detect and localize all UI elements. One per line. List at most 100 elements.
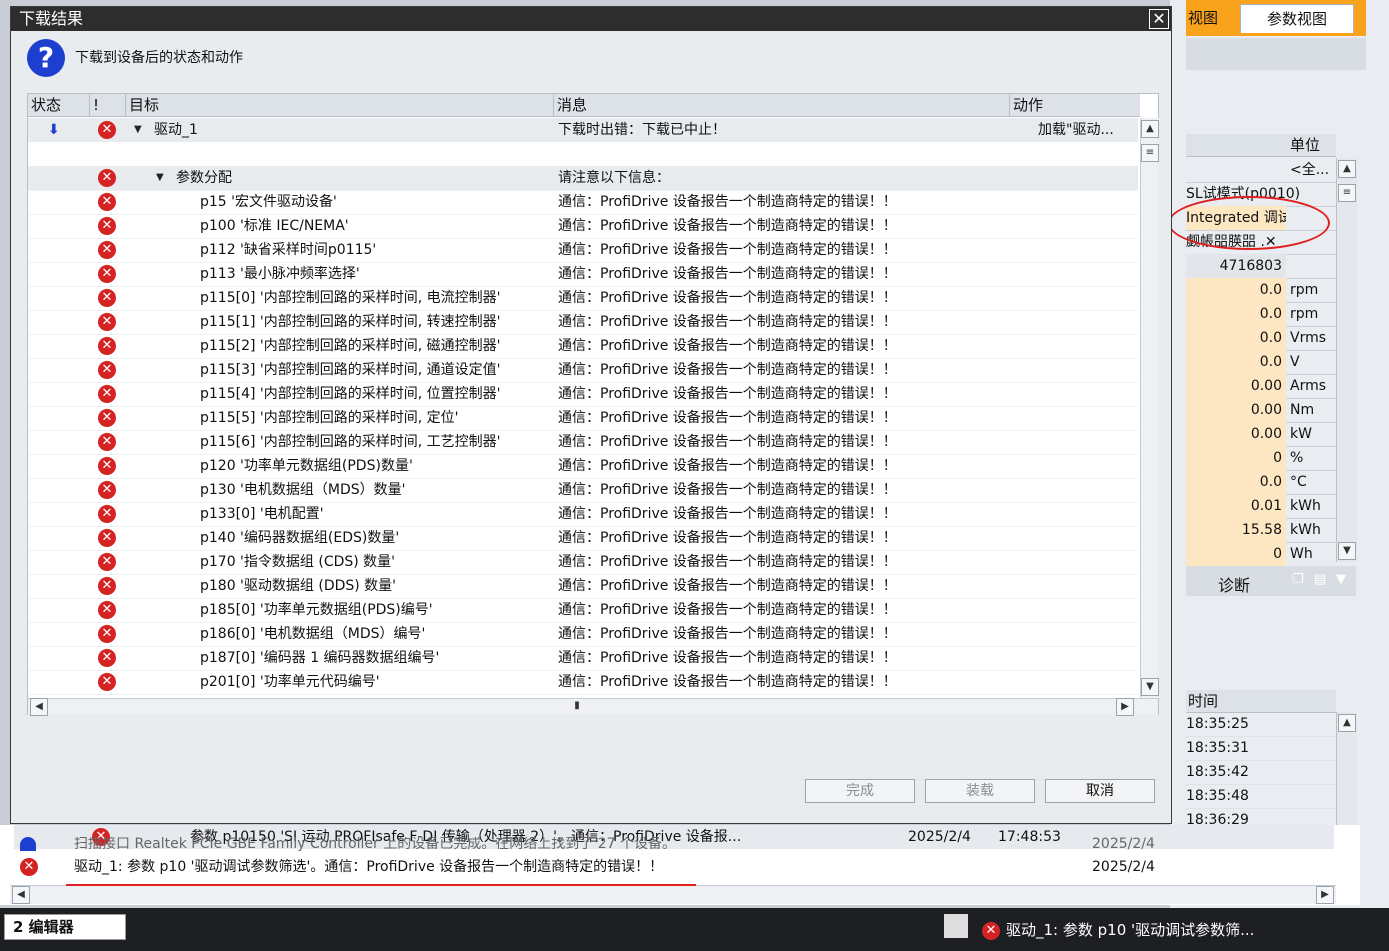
col-status[interactable]: 状态 [28, 94, 90, 116]
table-row[interactable]: ✕ p100 '标准 IEC/NEMA' 通信：ProfiDrive 设备报告一个制… [28, 214, 1138, 239]
table-row[interactable]: ✕ p133[0] '电机配置' 通信：ProfiDrive 设备报告一个制造商特定… [28, 502, 1138, 527]
col-excl[interactable]: ! [90, 94, 126, 116]
message-cell: 通信：ProfiDrive 设备报告一个制造商特定的错误！！ [558, 218, 897, 234]
scroll-left-icon[interactable]: ◀ [30, 698, 48, 716]
table-row[interactable]: ✕ p186[0] '电机数据组（MDS）编号' 通信：ProfiDrive 设备报… [28, 622, 1138, 647]
param-row: 0% [1186, 446, 1336, 471]
table-vscrollbar[interactable]: ▲ ≡ ▼ [1140, 118, 1159, 698]
table-row[interactable]: ✕ p187[0] '编码器 1 编码器数据组编号' 通信：ProfiDrive 设… [28, 646, 1138, 671]
finish-button[interactable]: 完成 [805, 779, 915, 803]
scroll-thumb[interactable]: ≡ [1141, 144, 1159, 162]
message-cell: 通信：ProfiDrive 设备报告一个制造商特定的错误！！ [558, 338, 897, 354]
table-row[interactable]: ✕ p120 '功率单元数据组(PDS)数量' 通信：ProfiDrive 设备报告… [28, 454, 1138, 479]
info-icon [20, 837, 36, 851]
message-text: 驱动_1: 参数 p10 '驱动调试参数筛选'。通信：ProfiDrive 设备… [74, 859, 664, 875]
scroll-down-icon[interactable]: ▼ [1338, 542, 1356, 560]
param-value: 0.0 [1186, 350, 1286, 374]
action-cell[interactable]: 加载"驱动... [1038, 118, 1138, 142]
param-unit: Vrms [1290, 330, 1327, 346]
table-row[interactable]: ✕ p113 '最小脉冲频率选择' 通信：ProfiDrive 设备报告一个制造商特… [28, 262, 1138, 287]
time-header-label: 时间 [1188, 692, 1219, 710]
target-cell: p113 '最小脉冲频率选择' [200, 266, 360, 282]
target-cell: p180 '驱动数据组 (DDS) 数量' [200, 578, 397, 594]
table-hscrollbar[interactable]: ◀ ▮ ▶ [28, 698, 1158, 716]
collapse-icon[interactable]: ▼ [156, 166, 164, 190]
scroll-thumb[interactable]: ▮ [568, 698, 586, 716]
param-row: 4716803 [1186, 254, 1336, 279]
error-icon: ✕ [98, 265, 116, 283]
table-row[interactable]: ✕ p115[3] '内部控制回路的采样时间, 通道设定值' 通信：ProfiDri… [28, 358, 1138, 383]
table-row[interactable]: ✕ p180 '驱动数据组 (DDS) 数量' 通信：ProfiDrive 设备报告… [28, 574, 1138, 599]
error-icon: ✕ [982, 922, 1000, 940]
table-row[interactable]: ✕ ▼ 参数分配 请注意以下信息： [28, 166, 1138, 191]
red-annotation-circle [1168, 196, 1330, 250]
load-button[interactable]: 装载 [925, 779, 1035, 803]
param-unit: kWh [1290, 522, 1321, 538]
table-row[interactable]: ✕ p115[0] '内部控制回路的采样时间, 电流控制器' 通信：ProfiDri… [28, 286, 1138, 311]
param-row: 0.0 °C [1186, 470, 1336, 495]
scroll-up-icon[interactable]: ▲ [1141, 120, 1159, 138]
chevron-down-icon[interactable]: ▼ [1336, 572, 1346, 587]
restore-icon[interactable]: ❐ [1292, 572, 1304, 587]
message-date: 2025/2/4 [1092, 837, 1155, 851]
table-row[interactable]: ✕ p115[1] '内部控制回路的采样时间, 转速控制器' 通信：ProfiDri… [28, 310, 1138, 335]
param-row: 15.58 kWh [1186, 518, 1336, 543]
col-message[interactable]: 消息 [554, 94, 1010, 116]
error-icon: ✕ [98, 313, 116, 331]
table-row[interactable]: ✕ p201[0] '功率单元代码编号' 通信：ProfiDrive 设备报告一个制… [28, 670, 1138, 695]
message-cell: 通信：ProfiDrive 设备报告一个制造商特定的错误！！ [558, 266, 897, 282]
table-row[interactable]: ✕ p115[4] '内部控制回路的采样时间, 位置控制器' 通信：ProfiDri… [28, 382, 1138, 407]
list-item[interactable]: ✕ 驱动_1: 参数 p10 '驱动调试参数筛选'。通信：ProfiDrive … [14, 855, 1334, 879]
target-cell: p133[0] '电机配置' [200, 506, 324, 522]
scroll-left-icon[interactable]: ◀ [12, 886, 30, 904]
list-item[interactable]: 扫描接口 Realtek PCIe GBE Family Controller … [14, 837, 1334, 851]
unit-column-header: 单位 [1186, 134, 1336, 157]
target-cell: p115[2] '内部控制回路的采样时间, 磁通控制器' [200, 338, 501, 354]
table-row[interactable]: ✕ p115[2] '内部控制回路的采样时间, 磁通控制器' 通信：ProfiDri… [28, 334, 1138, 359]
editor-tab[interactable]: 2 编辑器 [4, 914, 126, 940]
table-row[interactable]: ✕ p185[0] '功率单元数据组(PDS)编号' 通信：ProfiDrive 设… [28, 598, 1138, 623]
message-cell: 通信：ProfiDrive 设备报告一个制造商特定的错误！！ [558, 194, 897, 210]
col-target[interactable]: 目标 [126, 94, 554, 116]
param-value: 0.00 [1186, 374, 1286, 398]
scroll-thumb[interactable]: ≡ [1338, 184, 1356, 202]
target-cell: p186[0] '电机数据组（MDS）编号' [200, 626, 426, 642]
dialog-titlebar: 下载结果 ✕ [11, 7, 1171, 31]
scroll-up-icon[interactable]: ▲ [1338, 160, 1356, 178]
table-row[interactable]: ⬇ ✕ ▼ 驱动_1 下载时出错：下载已中止！ 加载"驱动... [28, 118, 1138, 143]
message-cell: 通信：ProfiDrive 设备报告一个制造商特定的错误！！ [558, 386, 897, 402]
table-header: 状态 ! 目标 消息 动作 [28, 94, 1140, 117]
scroll-right-icon[interactable]: ▶ [1316, 886, 1334, 904]
tab-diagnostics[interactable]: 诊断 [1218, 572, 1250, 596]
message-cell: 通信：ProfiDrive 设备报告一个制造商特定的错误！！ [558, 458, 897, 474]
table-row[interactable]: ✕ p140 '编码器数据组(EDS)数量' 通信：ProfiDrive 设备报告一… [28, 526, 1138, 551]
bottom-hscrollbar[interactable]: ◀ ▶ [10, 885, 1336, 904]
target-cell: p115[5] '内部控制回路的采样时间, 定位' [200, 410, 459, 426]
error-icon: ✕ [98, 553, 116, 571]
scroll-right-icon[interactable]: ▶ [1116, 698, 1134, 716]
param-scrollbar[interactable]: ▲ ≡ ▼ [1336, 158, 1357, 562]
table-row[interactable]: ✕ p170 '指令数据组 (CDS) 数量' 通信：ProfiDrive 设备报告… [28, 550, 1138, 575]
scroll-up-icon[interactable]: ▲ [1338, 714, 1356, 732]
table-row[interactable]: ✕ p112 '缺省采样时间p0115' 通信：ProfiDrive 设备报告一个制… [28, 238, 1138, 263]
table-row[interactable]: ✕ p115[5] '内部控制回路的采样时间, 定位' 通信：ProfiDrive … [28, 406, 1138, 431]
message-cell: 通信：ProfiDrive 设备报告一个制造商特定的错误！！ [558, 314, 897, 330]
collapse-icon[interactable]: ▼ [134, 118, 142, 142]
taskbar-status-message[interactable]: 驱动_1: 参数 p10 '驱动调试参数筛... [1006, 918, 1254, 942]
layout-icon[interactable]: ▤ [1314, 572, 1326, 587]
target-cell: p185[0] '功率单元数据组(PDS)编号' [200, 602, 433, 618]
scroll-down-icon[interactable]: ▼ [1141, 678, 1159, 696]
col-action[interactable]: 动作 [1010, 94, 1140, 116]
unit-filter[interactable]: <全... [1290, 158, 1336, 182]
table-row[interactable]: ✕ p115[6] '内部控制回路的采样时间, 工艺控制器' 通信：ProfiDri… [28, 430, 1138, 455]
param-value: 0.00 [1186, 398, 1286, 422]
time-row: 18:35:48 [1186, 784, 1336, 809]
close-button[interactable]: ✕ [1149, 9, 1169, 29]
table-row[interactable]: ✕ p15 '宏文件驱动设备' 通信：ProfiDrive 设备报告一个制造商特定的… [28, 190, 1138, 215]
table-row[interactable]: ✕ p130 '电机数据组（MDS）数量' 通信：ProfiDrive 设备报告一个… [28, 478, 1138, 503]
tab-parameter-view[interactable]: 参数视图 [1240, 4, 1354, 33]
cancel-button[interactable]: 取消 [1045, 779, 1155, 803]
tab-view[interactable]: 视图 [1186, 4, 1238, 32]
param-value: 0 [1186, 446, 1286, 470]
portal-icon[interactable] [944, 914, 968, 938]
